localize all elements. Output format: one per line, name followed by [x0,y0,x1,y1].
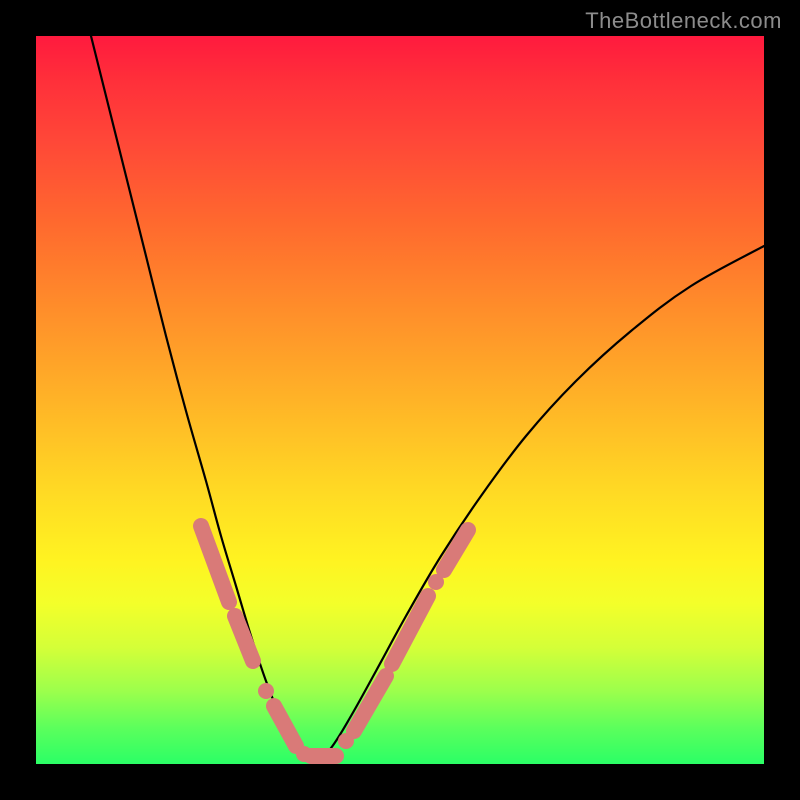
marker-capsule [235,616,253,661]
chart-svg [36,36,764,764]
chart-stage: TheBottleneck.com [0,0,800,800]
curve-markers [201,526,468,762]
v-curve [91,36,764,764]
curve-left-arm [91,36,314,764]
marker-capsule [201,526,229,602]
marker-dot [258,683,274,699]
watermark-label: TheBottleneck.com [585,8,782,34]
marker-capsule [444,530,468,570]
marker-capsule [274,706,296,746]
